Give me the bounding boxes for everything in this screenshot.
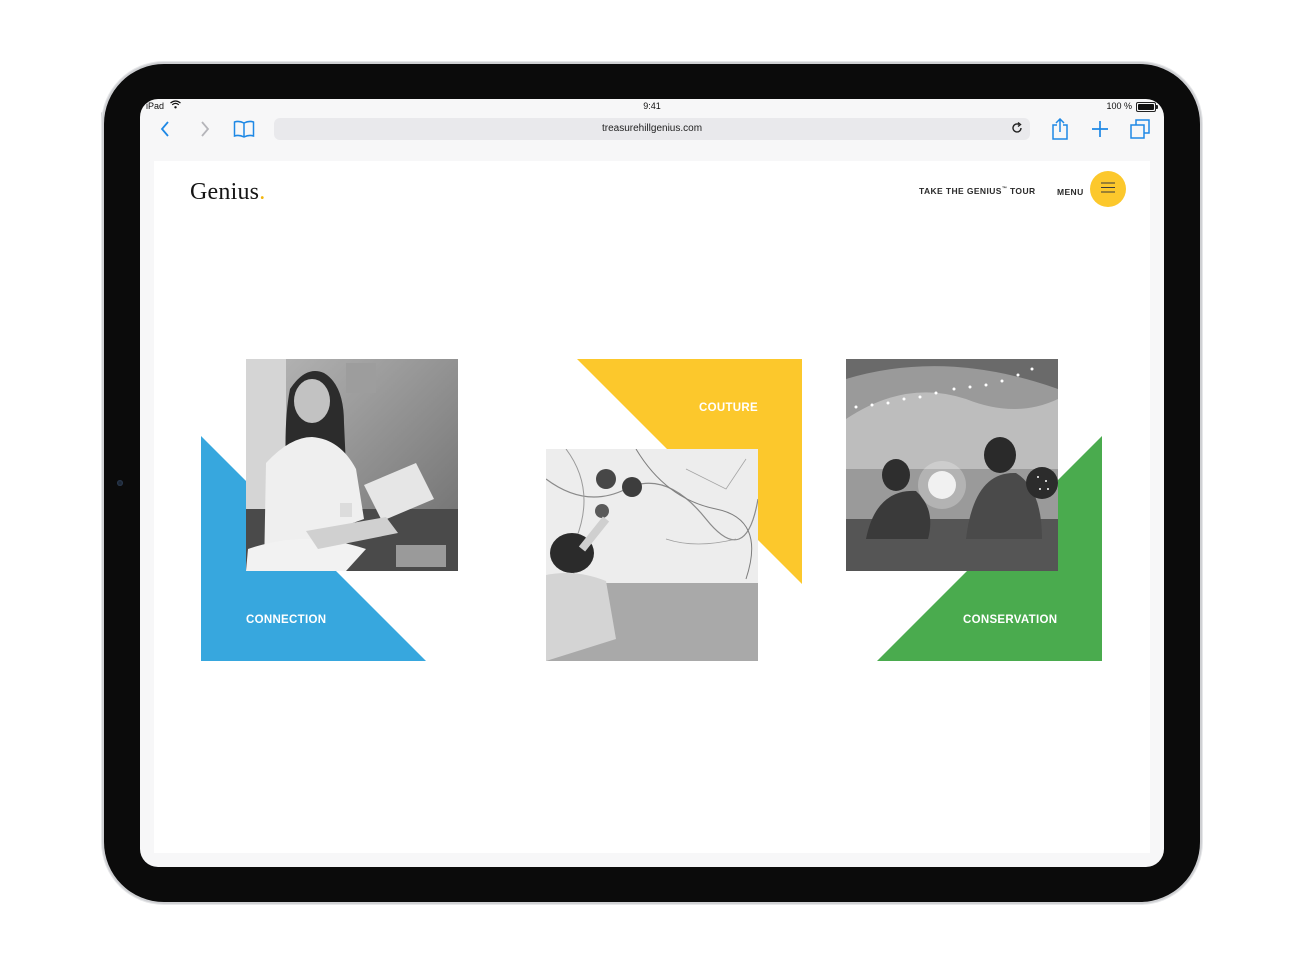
hamburger-icon — [1101, 180, 1115, 198]
site-logo[interactable]: Genius. — [190, 179, 265, 206]
logo-dot: . — [259, 179, 266, 205]
connection-label: CONNECTION — [246, 614, 327, 626]
conservation-tile[interactable]: CONSERVATION — [846, 359, 1106, 661]
conservation-label: CONSERVATION — [963, 614, 1058, 626]
tour-link-text: TAKE THE GENIUS — [919, 186, 1002, 196]
tour-link-suffix: TOUR — [1007, 186, 1036, 196]
front-camera — [117, 480, 123, 486]
reload-icon[interactable] — [1010, 121, 1024, 144]
menu-label[interactable]: MENU — [1057, 187, 1084, 197]
url-text: treasurehillgenius.com — [601, 123, 703, 134]
take-tour-link[interactable]: TAKE THE GENIUS™ TOUR — [919, 186, 1036, 196]
couture-label: COUTURE — [699, 402, 758, 414]
web-page: Genius. TAKE THE GENIUS™ TOUR MENU CONNE… — [154, 161, 1150, 853]
conservation-photo — [846, 359, 1058, 571]
back-icon[interactable] — [154, 118, 176, 140]
logo-text: Genius — [190, 179, 260, 205]
bookmarks-icon[interactable] — [233, 118, 255, 140]
couture-photo — [546, 449, 758, 661]
connection-photo — [246, 359, 458, 571]
battery-percent: 100 % — [1106, 101, 1132, 111]
battery-icon — [1136, 102, 1158, 112]
browser-toolbar: treasurehillgenius.com — [140, 113, 1164, 145]
forward-icon[interactable] — [194, 118, 216, 140]
add-tab-icon[interactable] — [1089, 118, 1111, 140]
connection-tile[interactable]: CONNECTION — [201, 359, 461, 661]
tabs-icon[interactable] — [1129, 118, 1151, 140]
ipad-screen: iPad 9:41 100 % treasurehillgenius.com G… — [140, 99, 1164, 867]
menu-button[interactable] — [1090, 171, 1126, 207]
status-bar: iPad 9:41 100 % — [140, 99, 1164, 113]
address-bar[interactable]: treasurehillgenius.com — [274, 118, 1030, 140]
share-icon[interactable] — [1049, 118, 1071, 140]
couture-tile[interactable]: COUTURE — [546, 359, 806, 661]
status-time: 9:41 — [643, 101, 661, 111]
